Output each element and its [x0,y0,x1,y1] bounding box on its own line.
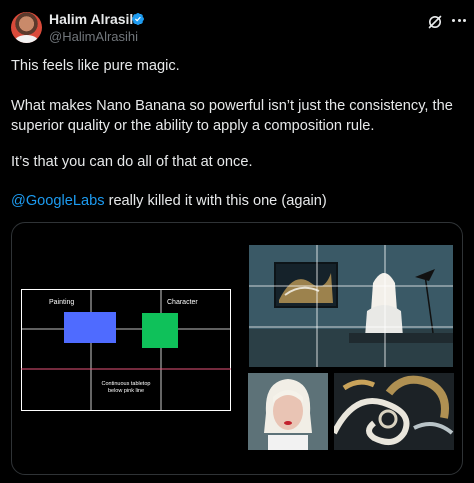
tweet-text-para3: It’s that you can do all of that at once… [11,154,253,170]
composition-diagram-image[interactable]: Painting Character Continuous tabletop b… [21,289,231,411]
avatar[interactable] [11,12,42,43]
tweet-text-para4: @GoogleLabs really killed it with this o… [11,191,461,211]
wave-painting-reference-image[interactable] [334,373,454,450]
tabletop-label-line2: below pink line [108,388,144,394]
tweet-header: Halim Alrasihi @HalimAlrasihi [0,0,474,48]
tweet-text-line1: This feels like pure magic. [11,58,180,74]
tweet-text-para4-rest: really killed it with this one (again) [104,193,327,209]
composed-scene-image[interactable] [249,245,453,367]
mention-link[interactable]: @GoogleLabs [11,193,105,209]
tabletop-label-line1: Continuous tabletop [102,381,151,387]
author-handle[interactable]: @HalimAlrasihi [49,29,138,44]
painting-label: Painting [49,299,74,306]
author-name[interactable]: Halim Alrasihi [49,11,142,27]
tweet-text-para2: What makes Nano Banana so powerful isn’t… [11,98,453,134]
more-options-icon[interactable] [451,19,467,25]
grok-icon[interactable] [427,14,443,30]
character-label: Character [167,299,198,306]
portrait-reference-image[interactable] [248,373,328,450]
media-grid[interactable]: Painting Character Continuous tabletop b… [11,222,463,475]
verified-badge-icon[interactable] [131,12,145,26]
